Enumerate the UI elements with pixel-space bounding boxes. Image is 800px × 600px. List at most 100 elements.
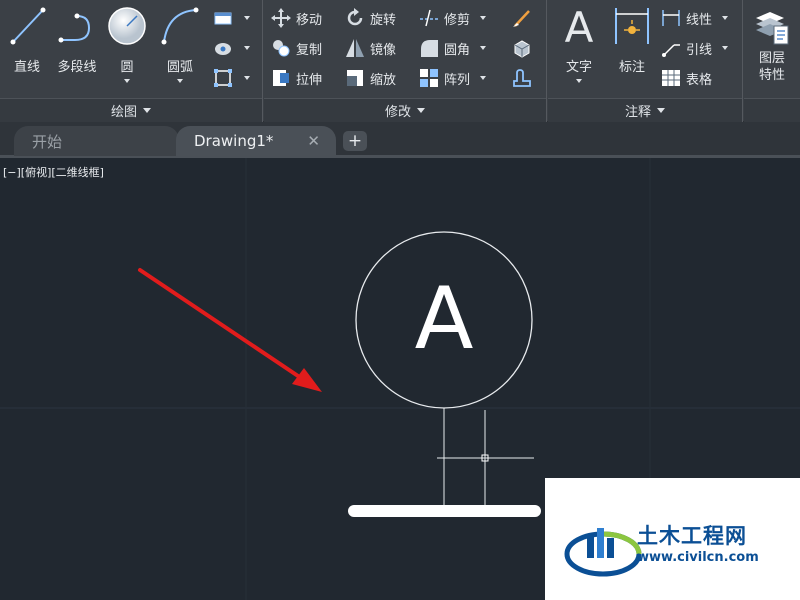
rectangle-icon: [214, 12, 232, 25]
circle-icon: [108, 7, 146, 45]
layer-properties-label: 图层 特性: [758, 51, 785, 83]
boundary-icon: [214, 69, 232, 87]
explode-cube-icon: [514, 40, 530, 58]
explode-button[interactable]: [511, 36, 533, 60]
copy-button[interactable]: 复制: [270, 36, 322, 60]
fillet-dropdown-arrow[interactable]: [480, 46, 487, 50]
ribbon: 直线 多段线 圆 圆弧 绘图 移动 旋转 修剪 复制 镜像 圆角 拉伸 缩放 阵…: [0, 0, 800, 122]
scale-button[interactable]: 缩放: [344, 66, 396, 90]
move-label: 移动: [296, 12, 323, 28]
copy-label: 复制: [296, 42, 323, 58]
circle-letter-text: A: [414, 269, 474, 369]
chevron-down-icon: [417, 108, 425, 113]
layers-panel-title[interactable]: [744, 98, 800, 122]
line-button[interactable]: 直线: [0, 2, 54, 96]
move-icon: [271, 8, 291, 28]
polyline-button[interactable]: 多段线: [50, 2, 104, 96]
hatch-button[interactable]: [212, 36, 250, 60]
chevron-down-icon: [657, 108, 665, 113]
linear-dimension-button[interactable]: 线性: [660, 6, 729, 30]
stretch-button[interactable]: 拉伸: [270, 66, 322, 90]
arc-button[interactable]: 圆弧: [153, 2, 207, 96]
trim-button[interactable]: 修剪: [418, 6, 487, 30]
new-tab-button[interactable]: +: [343, 131, 367, 151]
scale-icon: [347, 70, 363, 86]
polyline-label: 多段线: [57, 60, 97, 75]
draw-panel-title[interactable]: 绘图: [0, 98, 262, 122]
leader-label: 引线: [686, 42, 713, 58]
fillet-button[interactable]: 圆角: [418, 36, 487, 60]
linear-label: 线性: [686, 12, 713, 28]
annotation-panel-title[interactable]: 注释: [548, 98, 742, 122]
modify-panel: 移动 旋转 修剪 复制 镜像 圆角 拉伸 缩放 阵列 修改: [264, 0, 547, 122]
tab-drawing1[interactable]: Drawing1* ✕: [176, 126, 336, 156]
erase-button[interactable]: [511, 6, 533, 30]
line-icon: [10, 7, 46, 45]
mirror-button[interactable]: 镜像: [344, 36, 396, 60]
watermark-site-name: 土木工程网: [637, 524, 747, 548]
stretch-label: 拉伸: [296, 72, 323, 88]
circle-dropdown-arrow[interactable]: [124, 79, 130, 83]
table-label: 表格: [686, 72, 713, 88]
text-button[interactable]: A 文字: [552, 2, 606, 96]
dimension-icon: [615, 8, 649, 44]
modify-panel-title-text: 修改: [384, 105, 411, 120]
leader-icon: [662, 44, 680, 57]
array-dropdown-arrow[interactable]: [480, 76, 487, 80]
leader-button[interactable]: 引线: [660, 36, 729, 60]
linear-dropdown-arrow[interactable]: [722, 16, 729, 20]
hatch-icon: [215, 43, 231, 55]
table-button[interactable]: 表格: [660, 66, 712, 90]
rotate-button[interactable]: 旋转: [344, 6, 396, 30]
tab-drawing1-label: Drawing1*: [194, 132, 274, 150]
trim-label: 修剪: [444, 12, 471, 28]
svg-text:A: A: [565, 4, 594, 48]
chevron-down-icon: [143, 108, 151, 113]
arc-label: 圆弧: [166, 60, 193, 75]
erase-brush-icon: [513, 10, 530, 27]
fillet-label: 圆角: [444, 42, 471, 58]
copy-icon: [273, 40, 290, 57]
array-label: 阵列: [444, 72, 471, 88]
offset-button[interactable]: [511, 66, 533, 90]
fillet-icon: [421, 40, 438, 57]
watermark: 土木工程网 www.civilcn.com: [545, 478, 800, 600]
rectangle-dropdown-arrow[interactable]: [244, 16, 250, 20]
text-dropdown-arrow[interactable]: [576, 79, 582, 83]
line-label: 直线: [13, 60, 40, 75]
array-icon: [420, 69, 438, 87]
close-icon[interactable]: ✕: [307, 132, 320, 150]
text-label: 文字: [565, 60, 592, 75]
leader-dropdown-arrow[interactable]: [722, 46, 729, 50]
red-arrow-shaft: [138, 268, 306, 382]
boundary-dropdown-arrow[interactable]: [244, 76, 250, 80]
arc-dropdown-arrow[interactable]: [177, 79, 183, 83]
polyline-icon: [58, 13, 91, 43]
draw-panel: 直线 多段线 圆 圆弧 绘图: [0, 0, 263, 122]
move-button[interactable]: 移动: [270, 6, 322, 30]
rectangle-button[interactable]: [212, 6, 250, 30]
watermark-site-url: www.civilcn.com: [637, 550, 759, 565]
dimension-button[interactable]: 标注: [605, 2, 659, 96]
red-arrow-head: [292, 368, 322, 392]
annotation-panel: A 文字 标注 线性 引线 表格 注释: [548, 0, 743, 122]
table-icon: [662, 70, 680, 86]
circle-button[interactable]: 圆: [100, 2, 154, 96]
offset-icon: [513, 69, 531, 87]
trim-dropdown-arrow[interactable]: [480, 16, 487, 20]
tab-start[interactable]: 开始: [14, 126, 179, 156]
dimension-label: 标注: [618, 60, 645, 75]
layer-properties-button[interactable]: 图层 特性: [744, 2, 800, 96]
rotate-icon: [347, 8, 363, 26]
arc-icon: [161, 7, 199, 45]
annotation-panel-title-text: 注释: [624, 105, 651, 120]
modify-panel-title[interactable]: 修改: [264, 98, 546, 122]
circle-label: 圆: [120, 60, 134, 75]
array-button[interactable]: 阵列: [418, 66, 487, 90]
layers-panel: 图层 特性: [744, 0, 800, 122]
trim-icon: [420, 9, 438, 27]
viewport-controls-label[interactable]: [−][俯视][二维线框]: [3, 164, 104, 180]
hatch-dropdown-arrow[interactable]: [244, 46, 250, 50]
rotate-label: 旋转: [370, 12, 397, 28]
boundary-button[interactable]: [212, 66, 250, 90]
